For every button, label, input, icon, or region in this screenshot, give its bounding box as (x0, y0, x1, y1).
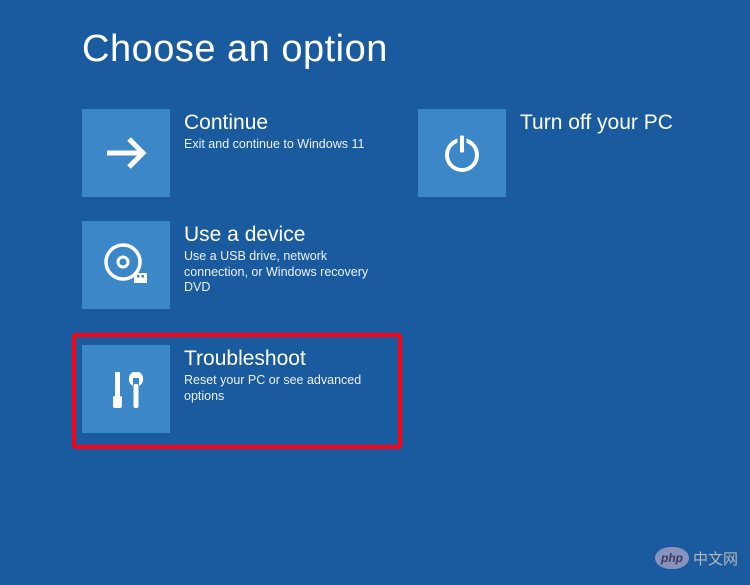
option-continue[interactable]: Continue Exit and continue to Windows 11 (82, 109, 402, 197)
watermark-logo: php (655, 547, 689, 569)
option-title: Turn off your PC (520, 111, 673, 135)
grid-spacer (418, 221, 738, 309)
option-title: Troubleshoot (184, 347, 384, 371)
option-troubleshoot[interactable]: Troubleshoot Reset your PC or see advanc… (72, 333, 402, 449)
watermark: php 中文网 (655, 547, 738, 569)
option-continue-text: Continue Exit and continue to Windows 11 (184, 109, 364, 153)
page-title: Choose an option (82, 28, 750, 71)
watermark-text: 中文网 (693, 548, 738, 569)
option-turnoff[interactable]: Turn off your PC (418, 109, 738, 197)
option-desc: Exit and continue to Windows 11 (184, 137, 364, 153)
option-title: Continue (184, 111, 364, 135)
option-turnoff-text: Turn off your PC (520, 109, 673, 137)
disc-usb-icon (82, 221, 170, 309)
arrow-right-icon (82, 109, 170, 197)
power-icon (418, 109, 506, 197)
tools-icon (82, 345, 170, 433)
option-troubleshoot-text: Troubleshoot Reset your PC or see advanc… (184, 345, 384, 404)
option-desc: Use a USB drive, network connection, or … (184, 249, 384, 296)
option-use-device-text: Use a device Use a USB drive, network co… (184, 221, 384, 296)
option-use-device[interactable]: Use a device Use a USB drive, network co… (82, 221, 402, 309)
option-desc: Reset your PC or see advanced options (184, 373, 384, 404)
option-title: Use a device (184, 223, 384, 247)
options-grid: Continue Exit and continue to Windows 11… (82, 109, 750, 449)
